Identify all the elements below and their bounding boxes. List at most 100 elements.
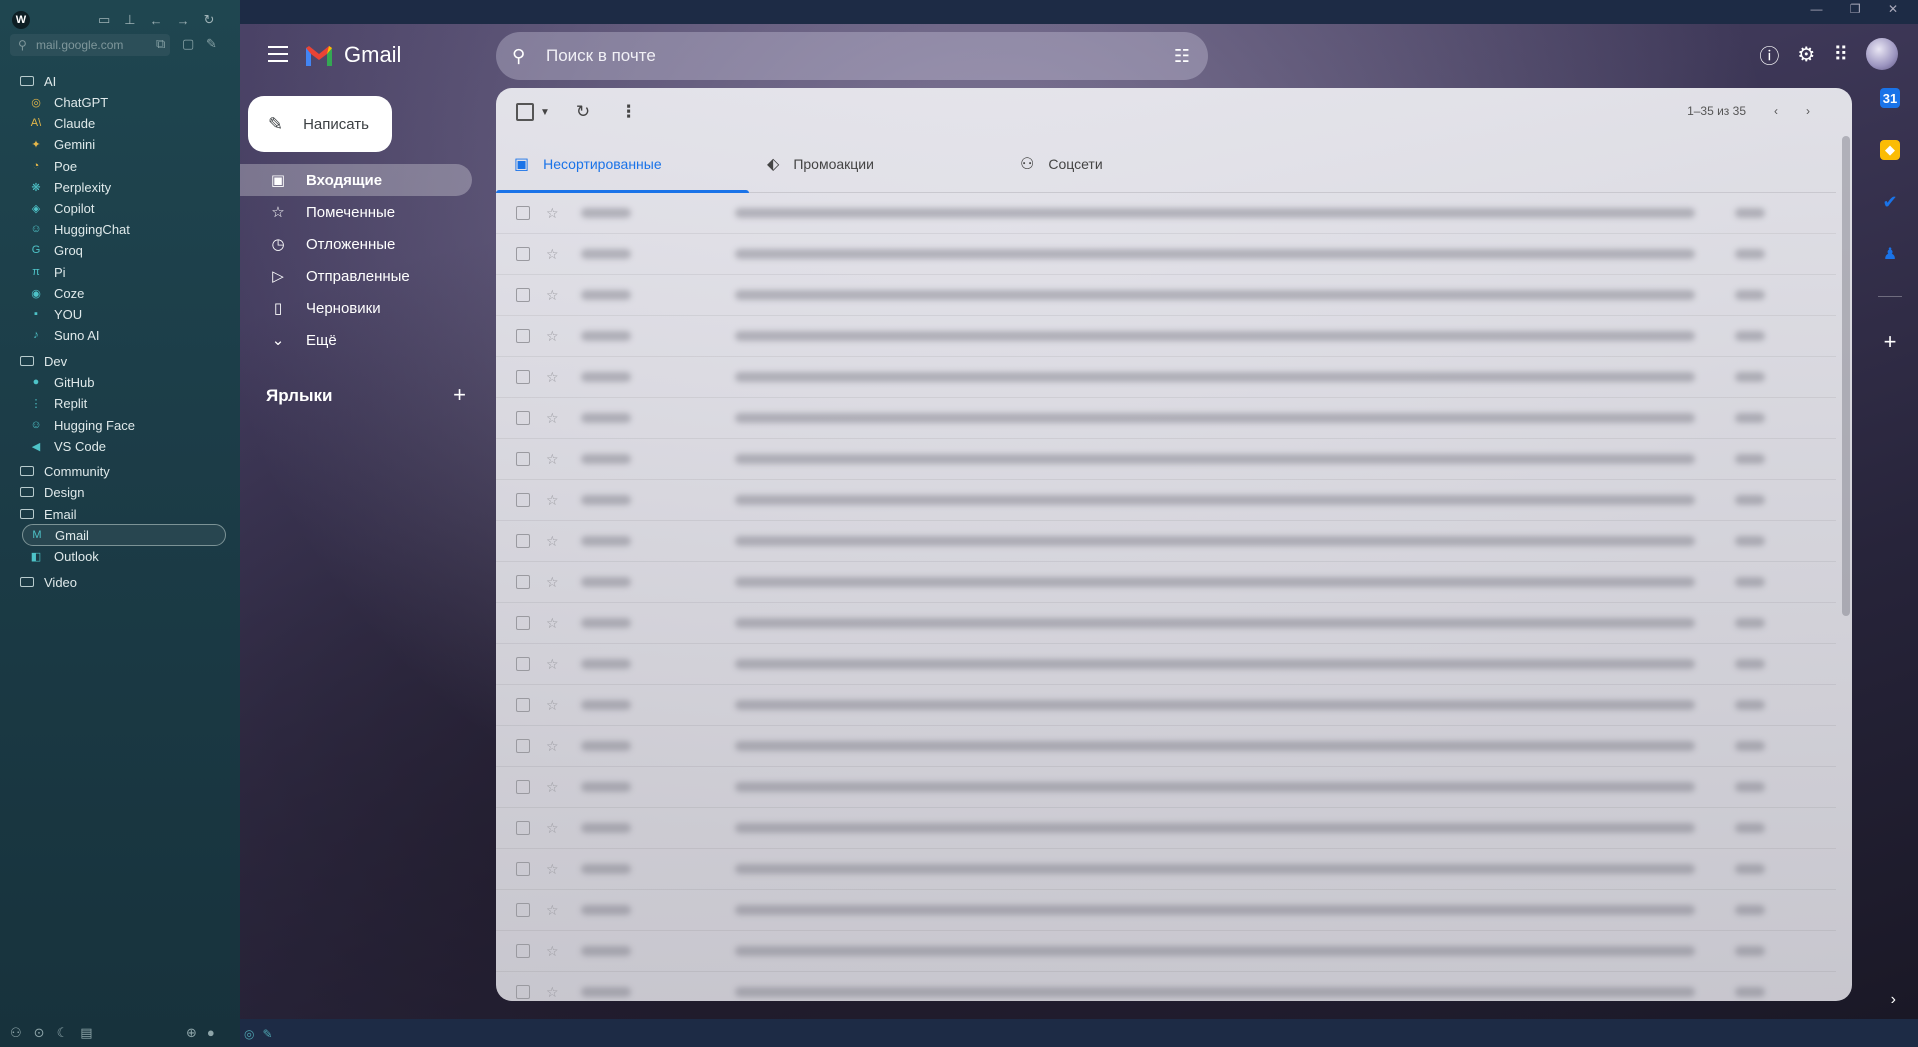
star-icon[interactable]: ☆ — [546, 984, 559, 1001]
star-icon[interactable]: ☆ — [546, 656, 559, 673]
contacts-icon[interactable]: ♟ — [1880, 244, 1900, 264]
nav-item[interactable]: ▷ Отправленные — [240, 260, 480, 292]
nav-item[interactable]: ▣ Входящие — [240, 164, 472, 196]
sidebar-site[interactable]: ◎ ChatGPT — [30, 91, 108, 113]
category-tab[interactable]: ⚇ Соцсети — [1002, 136, 1255, 192]
sidebar-site[interactable]: ☺ HuggingChat — [30, 218, 130, 240]
star-icon[interactable]: ☆ — [546, 861, 559, 878]
star-icon[interactable]: ☆ — [546, 328, 559, 345]
table-row[interactable]: ☆ — [496, 603, 1836, 644]
github-footer-icon[interactable]: ● — [207, 1025, 215, 1041]
star-icon[interactable]: ☆ — [546, 820, 559, 837]
row-checkbox[interactable] — [516, 411, 530, 425]
star-icon[interactable]: ☆ — [546, 697, 559, 714]
browser-logo-icon[interactable]: W — [12, 11, 30, 29]
select-all-checkbox[interactable] — [516, 103, 534, 121]
copy-url-icon[interactable]: ⧉ — [156, 36, 165, 52]
search-placeholder[interactable]: Поиск в почте — [546, 46, 1174, 66]
table-row[interactable]: ☆ — [496, 562, 1836, 603]
sidebar-site[interactable]: ⋮ Replit — [30, 392, 88, 414]
row-checkbox[interactable] — [516, 534, 530, 548]
nav-item[interactable]: ◷ Отложенные — [240, 228, 480, 260]
nav-item[interactable]: ☆ Помеченные — [240, 196, 480, 228]
reload-icon[interactable]: ↻ — [204, 12, 215, 28]
sidebar-site[interactable]: ◀ VS Code — [30, 435, 106, 457]
search-icon[interactable]: ⚲ — [512, 46, 536, 67]
row-checkbox[interactable] — [516, 657, 530, 671]
star-icon[interactable]: ☆ — [546, 902, 559, 919]
table-row[interactable]: ☆ — [496, 972, 1836, 1001]
sidebar-site[interactable]: π Pi — [30, 261, 65, 283]
table-row[interactable]: ☆ — [496, 480, 1836, 521]
chat-icon[interactable]: ◎ — [244, 1027, 254, 1041]
avatar[interactable] — [1866, 38, 1898, 70]
sidebar-site[interactable]: A\ Claude — [30, 112, 95, 134]
row-checkbox[interactable] — [516, 985, 530, 999]
apps-grid-icon[interactable]: ⠿ — [1833, 42, 1848, 67]
mail-search[interactable]: ⚲ Поиск в почте ☷ — [496, 32, 1208, 80]
sidebar-site[interactable]: G Groq — [30, 239, 83, 261]
sidebar-site[interactable]: ♪ Suno AI — [30, 324, 99, 346]
search-options-icon[interactable]: ☷ — [1174, 46, 1190, 67]
table-row[interactable]: ☆ — [496, 890, 1836, 931]
sidebar-folder[interactable]: Video — [20, 571, 77, 593]
calendar-app-icon[interactable]: 31 — [1880, 88, 1900, 108]
star-icon[interactable]: ☆ — [546, 615, 559, 632]
table-row[interactable]: ☆ — [496, 767, 1836, 808]
edit-icon[interactable]: ✎ — [262, 1027, 272, 1041]
nav-item[interactable]: ▯ Черновики — [240, 292, 480, 324]
compose-button[interactable]: ✎ Написать — [248, 96, 392, 152]
add-site-icon[interactable]: ✎ — [206, 36, 217, 52]
keep-icon[interactable]: ◆ — [1880, 140, 1900, 160]
row-checkbox[interactable] — [516, 575, 530, 589]
category-tab[interactable]: ⬖ Промоакции — [749, 136, 1002, 192]
main-menu-icon[interactable] — [268, 46, 288, 62]
sidebar-site[interactable]: ◈ Copilot — [30, 197, 95, 219]
table-row[interactable]: ☆ — [496, 398, 1836, 439]
row-checkbox[interactable] — [516, 452, 530, 466]
add-label-icon[interactable]: + — [453, 382, 466, 408]
table-row[interactable]: ☆ — [496, 193, 1836, 234]
star-icon[interactable]: ☆ — [546, 779, 559, 796]
back-icon[interactable]: ← — [150, 13, 163, 28]
row-checkbox[interactable] — [516, 862, 530, 876]
nav-item[interactable]: ⌄ Ещё — [240, 324, 480, 356]
sidebar-folder[interactable]: Design — [20, 481, 84, 503]
table-row[interactable]: ☆ — [496, 685, 1836, 726]
sidebar-folder[interactable]: Community — [20, 460, 110, 482]
row-checkbox[interactable] — [516, 247, 530, 261]
moon-icon[interactable]: ☾ — [57, 1025, 69, 1041]
expand-panel-icon[interactable]: › — [1891, 991, 1896, 1009]
star-icon[interactable]: ☆ — [546, 533, 559, 550]
row-checkbox[interactable] — [516, 821, 530, 835]
category-tab[interactable]: ▣ Несортированные — [496, 136, 749, 193]
table-row[interactable]: ☆ — [496, 644, 1836, 685]
add-addon-icon[interactable]: + — [1884, 329, 1897, 355]
sidebar-folder[interactable]: AI — [20, 70, 56, 92]
star-icon[interactable]: ☆ — [546, 287, 559, 304]
row-checkbox[interactable] — [516, 370, 530, 384]
calendar-icon[interactable]: ▤ — [80, 1025, 92, 1041]
tasks-icon[interactable]: ✔ — [1880, 192, 1900, 212]
sidebar-folder[interactable]: Email — [20, 503, 77, 525]
table-row[interactable]: ☆ — [496, 357, 1836, 398]
star-icon[interactable]: ☆ — [546, 574, 559, 591]
row-checkbox[interactable] — [516, 493, 530, 507]
row-checkbox[interactable] — [516, 903, 530, 917]
table-row[interactable]: ☆ — [496, 521, 1836, 562]
row-checkbox[interactable] — [516, 616, 530, 630]
row-checkbox[interactable] — [516, 944, 530, 958]
table-row[interactable]: ☆ — [496, 808, 1836, 849]
sidebar-folder[interactable]: Dev — [20, 350, 67, 372]
url-bar[interactable]: ⚲ mail.google.com — [10, 34, 170, 56]
row-checkbox[interactable] — [516, 739, 530, 753]
table-row[interactable]: ☆ — [496, 931, 1836, 972]
table-row[interactable]: ☆ — [496, 726, 1836, 767]
account-icon[interactable]: ⚇ — [10, 1025, 22, 1041]
forward-icon[interactable]: → — [177, 13, 190, 28]
star-icon[interactable]: ☆ — [546, 410, 559, 427]
table-row[interactable]: ☆ — [496, 316, 1836, 357]
prev-page-icon[interactable]: ‹ — [1774, 104, 1778, 118]
sidebar-site[interactable]: ☺ Hugging Face — [30, 414, 135, 436]
row-checkbox[interactable] — [516, 206, 530, 220]
